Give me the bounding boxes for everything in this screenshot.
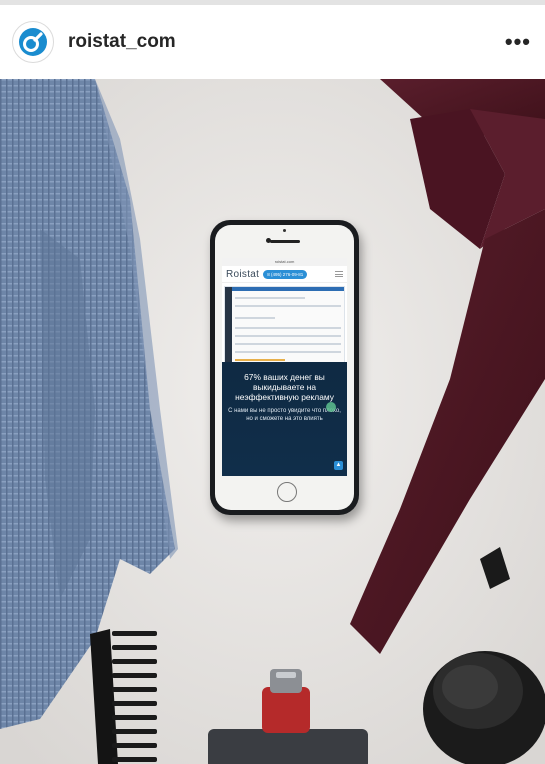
- dashboard-row: [235, 359, 285, 361]
- phone-screen: roistat.com Roistat 8 (495) 276-09-81 67…: [222, 258, 347, 476]
- roistat-logo-icon: [19, 28, 47, 56]
- smartphone: roistat.com Roistat 8 (495) 276-09-81 67…: [210, 220, 359, 515]
- phone-url-bar: roistat.com: [222, 258, 347, 266]
- hamburger-menu-icon: [335, 270, 343, 279]
- scroll-up-icon: ▲: [334, 461, 343, 470]
- shaving-brush: [423, 651, 545, 764]
- dashboard-screenshot: [224, 286, 345, 368]
- dashboard-sidebar: [225, 287, 232, 367]
- more-options-icon[interactable]: •••: [505, 31, 531, 53]
- hero-headline: 67% ваших денег вы выкидываете на неэффе…: [235, 372, 334, 402]
- dashboard-row: [235, 305, 341, 307]
- dashboard-row: [235, 327, 341, 329]
- site-logo: Roistat: [226, 268, 260, 280]
- avatar[interactable]: [12, 21, 54, 63]
- post-photo[interactable]: roistat.com Roistat 8 (495) 276-09-81 67…: [0, 79, 545, 764]
- dashboard-row: [235, 317, 275, 319]
- dashboard-row: [235, 343, 341, 345]
- site-navbar: Roistat 8 (495) 276-09-81: [222, 266, 347, 283]
- touch-indicator: [326, 402, 336, 412]
- username[interactable]: roistat_com: [68, 31, 176, 53]
- dashboard-row: [235, 297, 305, 299]
- phone-body: roistat.com Roistat 8 (495) 276-09-81 67…: [215, 225, 354, 510]
- dashboard-row: [235, 335, 341, 337]
- site-phone-number: 8 (495) 276-09-81: [263, 269, 308, 279]
- home-button: [277, 482, 297, 502]
- dashboard-row: [235, 351, 341, 353]
- dashboard-topbar: [232, 287, 344, 291]
- post-header: roistat_com •••: [0, 5, 545, 79]
- hero-section: 67% ваших денег вы выкидываете на неэффе…: [222, 362, 347, 476]
- phone-sensor: [283, 229, 286, 232]
- phone-speaker: [269, 240, 300, 243]
